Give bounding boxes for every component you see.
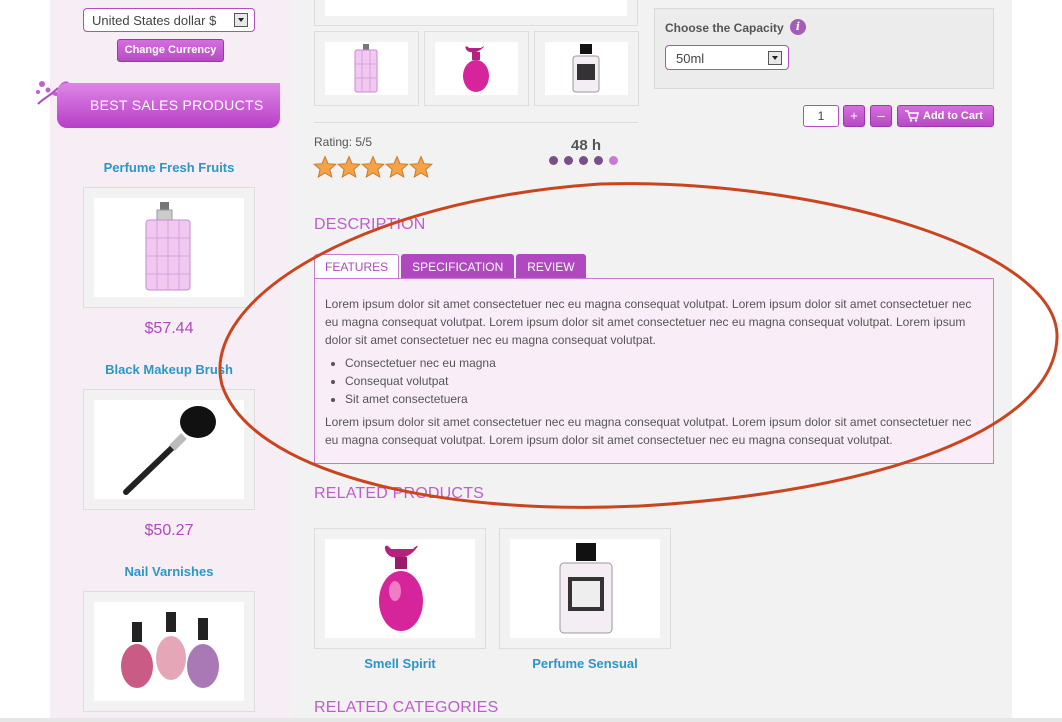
perfume-bottle-icon <box>145 202 191 291</box>
sidebar-product-title[interactable]: Perfume Fresh Fruits <box>83 160 255 175</box>
carousel-dot[interactable] <box>564 156 573 165</box>
quantity-increase-button[interactable]: + <box>843 105 865 127</box>
sidebar-product-price: $57.44 <box>144 320 194 337</box>
related-products-heading: RELATED PRODUCTS <box>314 485 485 502</box>
best-sales-banner: BEST SALES PRODUCTS <box>57 83 280 128</box>
quantity-decrease-button[interactable]: – <box>870 105 892 127</box>
lady-rebel-bottle-icon <box>559 543 613 634</box>
quantity-input[interactable]: 1 <box>803 105 839 127</box>
info-icon[interactable]: i <box>790 19 806 35</box>
nail-polish-icon <box>121 612 219 688</box>
star-icon <box>337 155 361 179</box>
list-item: Consectetuer nec eu magna <box>345 354 983 372</box>
cart-icon <box>905 110 919 122</box>
star-icon <box>385 155 409 179</box>
description-paragraph: Lorem ipsum dolor sit amet consectetuer … <box>325 297 972 347</box>
capacity-panel: Choose the Capacity i 50ml <box>654 8 994 89</box>
add-to-cart-button[interactable]: Add to Cart <box>897 105 994 127</box>
change-currency-button[interactable]: Change Currency <box>117 39 224 62</box>
chevron-down-icon[interactable] <box>234 13 248 27</box>
makeup-brush-icon <box>123 406 216 495</box>
sidebar-product-image[interactable] <box>83 591 255 712</box>
star-icon <box>361 155 385 179</box>
pink-perfume-bottle-icon <box>463 46 489 92</box>
description-heading: DESCRIPTION <box>314 216 426 233</box>
lady-rebel-bottle-icon <box>572 44 600 93</box>
carousel-dot[interactable] <box>549 156 558 165</box>
rating-label: Rating: 5/5 <box>314 135 373 149</box>
description-tabs: FEATURES SPECIFICATION REVIEW <box>314 254 588 279</box>
carousel-dot[interactable] <box>609 156 618 165</box>
carousel-dot[interactable] <box>579 156 588 165</box>
chevron-down-icon[interactable] <box>768 51 782 65</box>
currency-select[interactable]: United States dollar $ <box>83 8 255 32</box>
product-thumbnail[interactable] <box>534 31 639 106</box>
product-thumbnail[interactable] <box>424 31 529 106</box>
related-categories-heading: RELATED CATEGORIES <box>314 699 499 716</box>
tab-specification[interactable]: SPECIFICATION <box>401 254 515 279</box>
related-product-title[interactable]: Perfume Sensual <box>499 656 671 671</box>
capacity-label: Choose the Capacity <box>665 21 784 35</box>
sidebar-product-title[interactable]: Black Makeup Brush <box>83 362 255 377</box>
perfume-bottle-icon <box>354 44 378 93</box>
star-rating <box>313 154 433 180</box>
list-item: Consequat volutpat <box>345 372 983 390</box>
capacity-select[interactable]: 50ml <box>665 45 789 70</box>
description-paragraph: Lorem ipsum dolor sit amet consectetuer … <box>325 415 972 447</box>
sidebar-product-price: $50.27 <box>144 522 194 539</box>
carousel-dot[interactable] <box>594 156 603 165</box>
feature-list: Consectetuer nec eu magna Consequat volu… <box>345 354 983 408</box>
add-to-cart-label: Add to Cart <box>923 110 983 122</box>
tab-features[interactable]: FEATURES <box>314 254 400 279</box>
related-product-image[interactable] <box>314 528 486 649</box>
divider <box>0 718 1062 722</box>
star-icon <box>313 155 337 179</box>
capacity-selected-value: 50ml <box>676 51 705 66</box>
carousel-dots <box>549 156 618 165</box>
sidebar-product-image[interactable] <box>83 389 255 510</box>
related-product-image[interactable] <box>499 528 671 649</box>
sidebar-product-image[interactable] <box>83 187 255 308</box>
list-item: Sit amet consectetuera <box>345 390 983 408</box>
tab-review[interactable]: REVIEW <box>516 254 586 279</box>
product-thumbnail[interactable] <box>314 31 419 106</box>
sidebar-product-title[interactable]: Nail Varnishes <box>83 564 255 579</box>
related-product-title[interactable]: Smell Spirit <box>314 656 486 671</box>
main-product-image[interactable] <box>314 0 638 26</box>
pink-perfume-bottle-icon <box>379 545 423 631</box>
description-panel: Lorem ipsum dolor sit amet consectetuer … <box>314 278 994 464</box>
divider <box>314 122 638 123</box>
countdown-label: 48 h <box>571 137 602 154</box>
star-icon <box>409 155 433 179</box>
currency-selected-value: United States dollar $ <box>92 13 217 28</box>
